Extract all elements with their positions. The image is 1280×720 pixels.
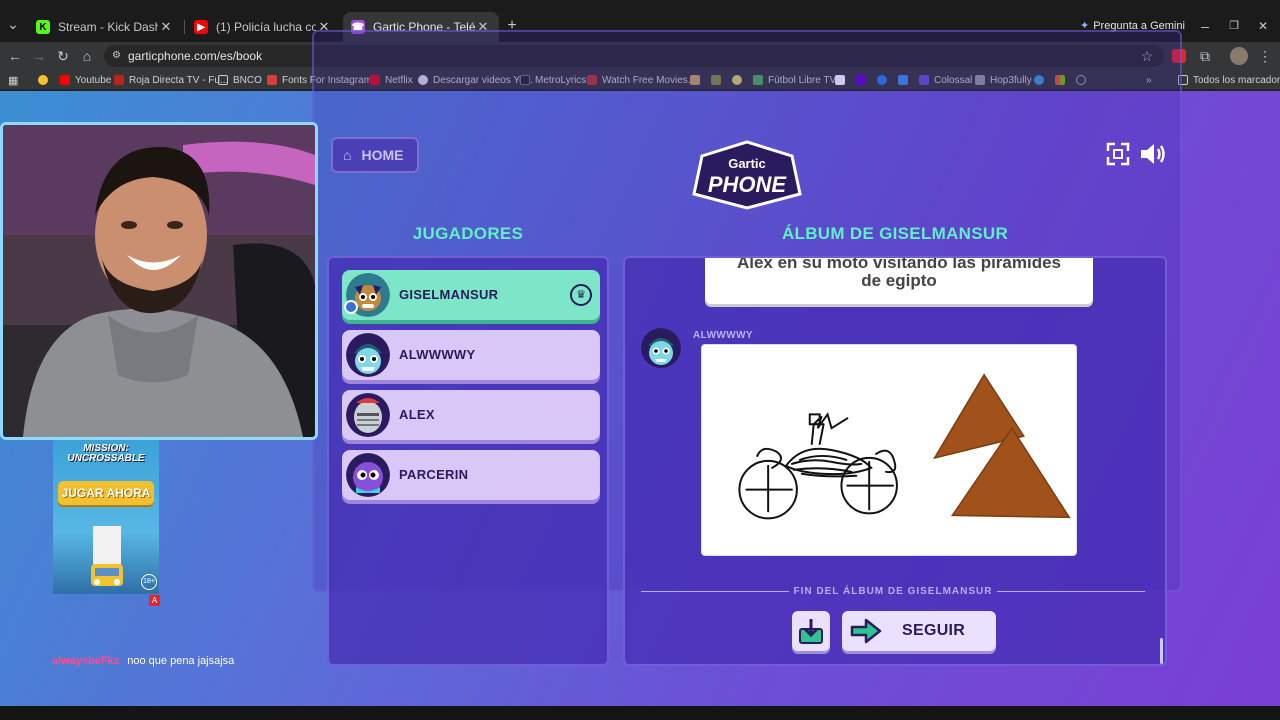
- forward-arrow-icon[interactable]: →: [30, 47, 48, 65]
- player-avatar: [346, 393, 390, 437]
- player-name: PARCERIN: [399, 467, 469, 482]
- logo-top-text: Gartic: [728, 156, 766, 171]
- chat-message: alwaysbeFkz noo que pena jajsajsa: [52, 655, 234, 667]
- chat-username: alwaysbeFkz: [52, 655, 120, 667]
- bookmark-label: Youtube: [75, 74, 112, 86]
- phrase-text-line1: Alex en su moto visitando las pirámides: [736, 256, 1062, 272]
- pyramids-drawing: [933, 373, 1071, 519]
- player-self-icon: [344, 300, 358, 314]
- fullscreen-icon[interactable]: [1106, 142, 1130, 166]
- tab-kick-dashboard[interactable]: K Stream - Kick Dashboard ✕: [28, 12, 182, 42]
- home-button[interactable]: ⌂ HOME: [331, 137, 419, 173]
- players-title: JUGADORES: [412, 224, 524, 243]
- apps-grid-icon[interactable]: ▦: [8, 72, 18, 88]
- back-arrow-icon[interactable]: ←: [6, 47, 24, 65]
- browser-menu-icon[interactable]: ⋮: [1256, 47, 1274, 65]
- youtube-icon: [60, 75, 70, 85]
- bottom-bar: [0, 706, 1280, 720]
- player-card-giselmansur[interactable]: GISELMANSUR ♛: [342, 270, 600, 320]
- album-panel: Alex en su moto visitando las pirámides …: [623, 256, 1167, 666]
- gartic-phone-logo: Gartic PHONE: [692, 140, 802, 210]
- folder-icon: [218, 75, 228, 85]
- home-icon: ⌂: [343, 147, 352, 163]
- chat-message-text: noo que pena jajsajsa: [127, 655, 235, 667]
- close-window-icon[interactable]: ✕: [1254, 17, 1272, 35]
- emoji-face-icon: [38, 75, 48, 85]
- drawing-canvas: [701, 344, 1077, 556]
- bookmark-folder-bnco[interactable]: BNCO: [218, 72, 262, 88]
- streamer-webcam: [0, 122, 318, 440]
- phrase-card: Alex en su moto visitando las pirámides …: [705, 256, 1093, 304]
- player-name: GISELMANSUR: [399, 287, 499, 302]
- url-text: garticphone.com/es/book: [128, 49, 263, 63]
- continue-label: SEGUIR: [902, 622, 966, 639]
- advertisement-banner[interactable]: MISSION: UNCROSSABLE JUGAR AHORA 18+: [53, 440, 159, 594]
- extensions-puzzle-icon[interactable]: ⧉: [1196, 47, 1214, 65]
- album-scrollbar[interactable]: [1160, 638, 1163, 664]
- roja-directa-icon: [114, 75, 124, 85]
- download-album-button[interactable]: [792, 611, 830, 651]
- bookmark-label: Roja Directa TV - Fu...: [129, 74, 229, 86]
- divider-line: [997, 591, 1145, 592]
- ad-play-now-button[interactable]: JUGAR AHORA: [58, 481, 154, 505]
- home-icon[interactable]: ⌂: [78, 47, 96, 65]
- reload-icon[interactable]: ↻: [54, 47, 72, 65]
- close-tab-icon[interactable]: ✕: [158, 19, 174, 35]
- tab-search-icon[interactable]: ⌄: [4, 15, 22, 33]
- download-icon: [799, 619, 823, 644]
- bookmark-label: Todos los marcadores: [1193, 74, 1280, 86]
- home-label: HOME: [361, 147, 404, 163]
- tab-title: Stream - Kick Dashboard: [58, 20, 158, 34]
- bookmark-youtube[interactable]: Youtube: [60, 72, 111, 88]
- logo-bottom-text: PHONE: [708, 172, 788, 197]
- minimize-window-icon[interactable]: –: [1196, 17, 1214, 35]
- ad-title: MISSION: UNCROSSABLE: [53, 444, 159, 464]
- continue-button[interactable]: SEGUIR: [842, 611, 996, 651]
- phrase-text-line2: de egipto: [861, 271, 937, 290]
- tab-divider: [184, 20, 185, 34]
- fonts-icon: [267, 75, 277, 85]
- drawing-author-name: ALWWWWY: [693, 330, 754, 341]
- motorcycle-drawing: [738, 412, 898, 520]
- ad-choices-icon[interactable]: A: [149, 595, 160, 606]
- screen: ⌄ K Stream - Kick Dashboard ✕ ▶ (1) Poli…: [0, 0, 1280, 720]
- host-crown-icon: ♛: [570, 284, 592, 306]
- album-end-divider: FIN DEL ÁLBUM DE GISELMANSUR: [641, 586, 1145, 597]
- site-info-icon[interactable]: ⚙: [112, 45, 121, 67]
- drawing-author-avatar: [641, 328, 681, 368]
- players-panel: GISELMANSUR ♛ ALWWWWY ALEX PARCERIN: [327, 256, 609, 666]
- player-avatar: [346, 453, 390, 497]
- player-name: ALWWWWY: [399, 347, 476, 362]
- player-card-parcerin[interactable]: PARCERIN: [342, 450, 600, 500]
- restore-window-icon[interactable]: ❐: [1225, 17, 1243, 35]
- arrow-right-icon: [850, 618, 882, 644]
- ad-bus-image: [91, 526, 123, 586]
- player-card-alwwwwy[interactable]: ALWWWWY: [342, 330, 600, 380]
- player-avatar: [346, 333, 390, 377]
- ad-title-line2: UNCROSSABLE: [67, 453, 145, 464]
- album-title: ÁLBUM DE GISELMANSUR: [781, 224, 1009, 243]
- bookmark-label: BNCO: [233, 74, 262, 86]
- volume-icon[interactable]: [1139, 142, 1167, 166]
- bookmark-roja-directa[interactable]: Roja Directa TV - Fu...: [114, 72, 228, 88]
- bookmark-all-bookmarks[interactable]: Todos los marcadores: [1178, 72, 1280, 88]
- player-name: ALEX: [399, 407, 435, 422]
- player-card-alex[interactable]: ALEX: [342, 390, 600, 440]
- bookmark-emoji[interactable]: [38, 72, 53, 88]
- profile-avatar[interactable]: [1230, 47, 1248, 65]
- youtube-favicon-icon: ▶: [194, 20, 208, 34]
- kick-favicon-icon: K: [36, 20, 50, 34]
- ad-age-rating: 18+: [141, 574, 157, 590]
- tab-title: (1) Policía lucha contra las lágri: [216, 20, 316, 34]
